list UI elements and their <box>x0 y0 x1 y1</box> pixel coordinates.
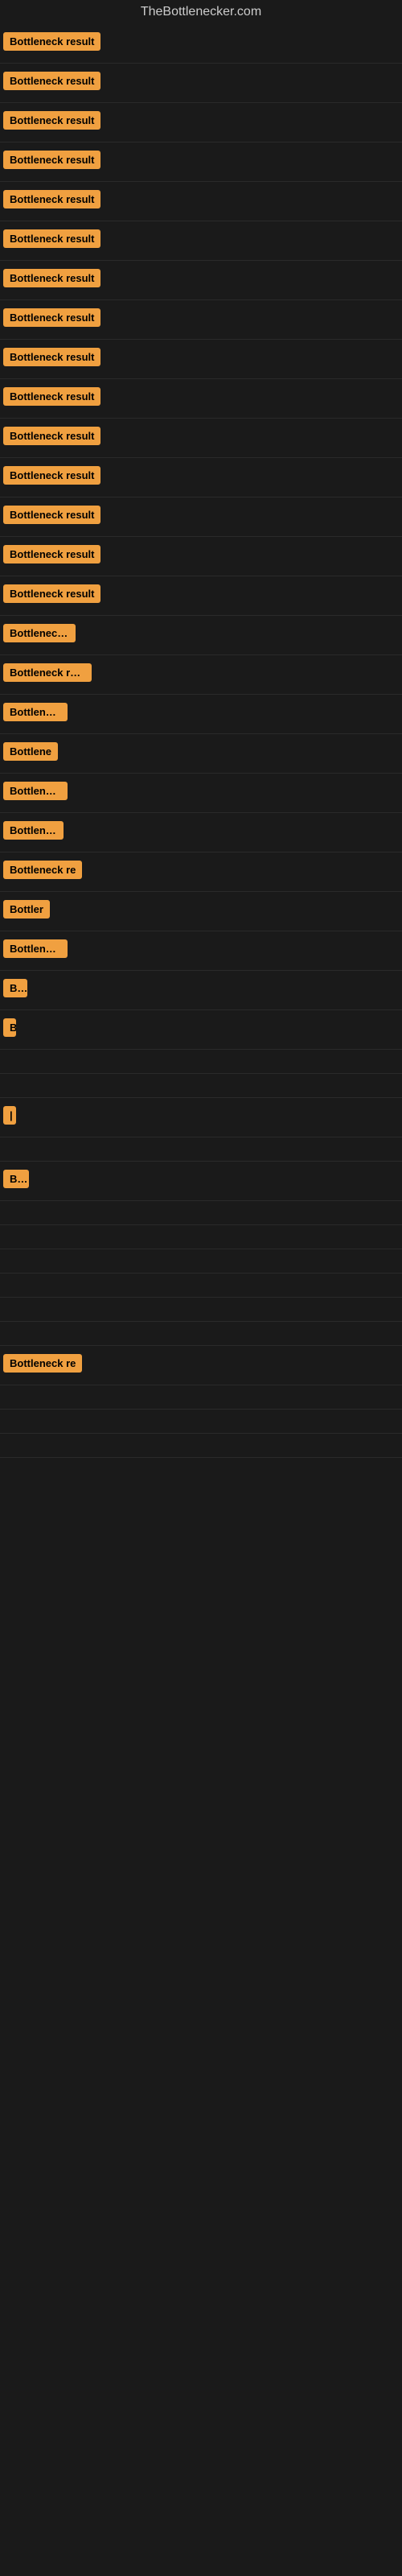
list-item <box>0 1225 402 1249</box>
bottleneck-result-badge[interactable]: B <box>3 1018 16 1037</box>
list-item <box>0 1322 402 1346</box>
list-item: Bottleneck result <box>0 576 402 616</box>
list-item: Bottleneck result <box>0 300 402 340</box>
bottleneck-result-badge[interactable]: Bottleneck result <box>3 111 100 130</box>
list-item: Bottleneck result <box>0 24 402 64</box>
bottleneck-result-badge[interactable]: Bottleneck result <box>3 32 100 51</box>
list-item: | <box>0 1098 402 1137</box>
list-item: Bottleneck result <box>0 64 402 103</box>
bottleneck-result-badge[interactable]: Bottleneck result <box>3 308 100 327</box>
list-item <box>0 1137 402 1162</box>
list-item: Bottleneck re <box>0 1346 402 1385</box>
list-item: B <box>0 1010 402 1050</box>
bottleneck-result-badge[interactable]: Bottleneck result <box>3 190 100 208</box>
list-item <box>0 1201 402 1225</box>
list-item: Bottleneck result <box>0 497 402 537</box>
list-item: Bot <box>0 1162 402 1201</box>
site-title: TheBottlenecker.com <box>0 0 402 24</box>
bottleneck-result-badge[interactable]: Bottleneck result <box>3 348 100 366</box>
list-item: Bottleneck result <box>0 221 402 261</box>
bottleneck-result-badge[interactable]: Bottleneck resu <box>3 663 92 682</box>
bottleneck-result-badge[interactable]: Bottleneck <box>3 782 68 800</box>
list-item: Bottlene <box>0 734 402 774</box>
bottleneck-result-badge[interactable]: Bottler <box>3 900 50 919</box>
list-item: Bottleneck result <box>0 340 402 379</box>
list-item: Bottleneck re <box>0 852 402 892</box>
list-item: Bottleneck result <box>0 419 402 458</box>
bottleneck-result-badge[interactable]: Bottleneck result <box>3 387 100 406</box>
bottleneck-result-badge[interactable]: Bottlenec <box>3 821 64 840</box>
list-item <box>0 1274 402 1298</box>
list-item: Bottleneck resu <box>0 655 402 695</box>
bottleneck-result-badge[interactable]: Bottleneck <box>3 703 68 721</box>
bottleneck-result-badge[interactable]: Bottleneck result <box>3 584 100 603</box>
list-item: Bottleneck <box>0 774 402 813</box>
list-item: Bottleneck result <box>0 142 402 182</box>
list-item: Bottleneck result <box>0 537 402 576</box>
list-item: Bottleneck result <box>0 103 402 142</box>
list-item: Bottleneck result <box>0 458 402 497</box>
list-item: Bottleneck result <box>0 182 402 221</box>
list-item <box>0 1249 402 1274</box>
bottleneck-result-badge[interactable]: | <box>3 1106 16 1125</box>
bottleneck-result-badge[interactable]: Bottleneck result <box>3 72 100 90</box>
list-item: Bottleneck r <box>0 616 402 655</box>
bottleneck-result-badge[interactable]: Bottleneck result <box>3 151 100 169</box>
bottleneck-result-badge[interactable]: Bottleneck result <box>3 427 100 445</box>
bottleneck-result-badge[interactable]: Bottleneck r <box>3 624 76 642</box>
bottleneck-result-badge[interactable]: Bottlene <box>3 742 58 761</box>
bottleneck-result-badge[interactable]: Bo <box>3 979 27 997</box>
bottleneck-result-badge[interactable]: Bottleneck result <box>3 229 100 248</box>
bottleneck-result-badge[interactable]: Bottleneck result <box>3 269 100 287</box>
list-item <box>0 1050 402 1074</box>
list-item: Bottlenec <box>0 813 402 852</box>
list-item <box>0 1385 402 1410</box>
bottleneck-result-badge[interactable]: Bottleneck result <box>3 545 100 564</box>
list-item: Bottleneck result <box>0 379 402 419</box>
list-item <box>0 1434 402 1458</box>
bottleneck-result-badge[interactable]: Bottleneck <box>3 939 68 958</box>
bottleneck-result-badge[interactable]: Bot <box>3 1170 29 1188</box>
bottleneck-result-badge[interactable]: Bottleneck re <box>3 861 82 879</box>
list-item <box>0 1074 402 1098</box>
bottleneck-result-badge[interactable]: Bottleneck result <box>3 466 100 485</box>
list-item: Bottler <box>0 892 402 931</box>
bottleneck-result-badge[interactable]: Bottleneck re <box>3 1354 82 1373</box>
list-item <box>0 1298 402 1322</box>
bottleneck-result-badge[interactable]: Bottleneck result <box>3 506 100 524</box>
list-item: Bottleneck <box>0 931 402 971</box>
list-item <box>0 1410 402 1434</box>
list-item: Bottleneck result <box>0 261 402 300</box>
list-item: Bottleneck <box>0 695 402 734</box>
list-item: Bo <box>0 971 402 1010</box>
